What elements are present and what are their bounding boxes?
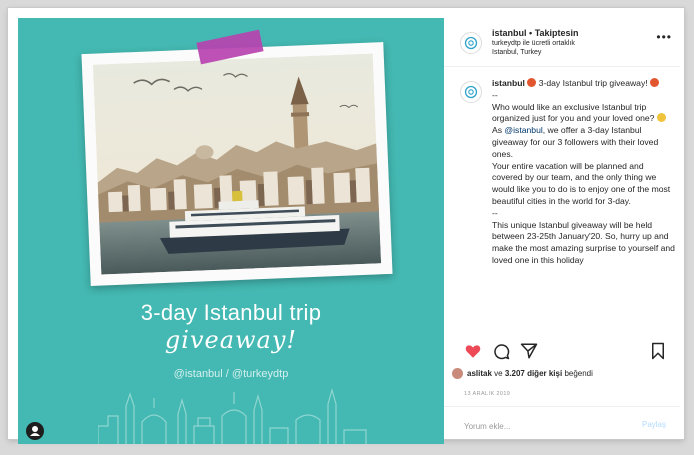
post-frame: 3-day Istanbul trip giveaway! @istanbul … — [8, 8, 684, 444]
caption-headline: 3-day Istanbul trip giveaway! — [538, 78, 648, 88]
header-separator: • — [529, 28, 533, 38]
account-handles: @istanbul / @turkeydtp — [173, 368, 289, 380]
giveaway-script: giveaway! — [164, 326, 298, 354]
turkey-flag-emoji-icon — [527, 78, 537, 87]
comment-bar: Paylaş — [444, 406, 680, 445]
istanbul-photo — [92, 53, 382, 275]
post-date: 13 ARALIK 2019 — [464, 391, 511, 397]
likes-suffix: beğendi — [564, 369, 593, 378]
post-caption: istanbul 3-day Istanbul trip giveaway! -… — [492, 78, 676, 267]
caption-paragraph-4: This unique Istanbul giveaway will be he… — [492, 219, 675, 265]
giveaway-title: 3-day Istanbul trip — [140, 300, 322, 325]
post-image[interactable]: 3-day Istanbul trip giveaway! @istanbul … — [18, 18, 444, 444]
caption-paragraph-2-prefix: As — [492, 125, 503, 136]
caption-paragraph-3: Your entire vacation will be planned and… — [492, 160, 671, 206]
istanbul-logo-icon — [464, 85, 478, 99]
post-comment-button[interactable]: Paylaş — [642, 420, 666, 429]
caption-area: istanbul 3-day Istanbul trip giveaway! -… — [444, 76, 680, 334]
photo-card — [81, 42, 393, 286]
avatar[interactable] — [460, 32, 482, 54]
comment-input[interactable] — [464, 419, 614, 433]
caption-username[interactable]: istanbul — [492, 78, 525, 88]
comment-icon[interactable] — [492, 342, 510, 360]
caption-separator: -- — [492, 207, 498, 218]
bookmark-icon[interactable] — [650, 342, 666, 360]
header-username[interactable]: istanbul — [492, 28, 527, 38]
istanbul-logo-icon — [464, 36, 478, 50]
skyline-illustration — [98, 387, 367, 444]
caption-paragraph-1: Who would like an exclusive Istanbul tri… — [492, 101, 655, 124]
liker-avatar[interactable] — [452, 368, 463, 379]
user-tag-icon[interactable] — [26, 422, 44, 440]
caption-separator: -- — [492, 89, 498, 100]
likes-count[interactable]: 3.207 diğer kişi — [505, 369, 562, 378]
header-user-line: istanbul • Takiptesin — [492, 28, 579, 38]
likes-joiner: ve — [494, 369, 503, 378]
heart-icon[interactable] — [464, 342, 482, 360]
post-header: istanbul • Takiptesin turkeydtp ile ücre… — [444, 18, 680, 67]
paid-partnership-label[interactable]: turkeydtp ile ücretli ortaklık — [492, 40, 575, 47]
likes-summary: aslitak ve 3.207 diğer kişi beğendi — [452, 368, 593, 379]
follow-status[interactable]: Takiptesin — [535, 28, 579, 38]
post-details-panel: istanbul • Takiptesin turkeydtp ile ücre… — [444, 18, 680, 444]
caption-mention[interactable]: @istanbul — [504, 125, 542, 135]
liker-username[interactable]: aslitak — [467, 369, 492, 378]
more-horizontal-icon[interactable]: ••• — [656, 30, 672, 44]
location-label[interactable]: Istanbul, Turkey — [492, 49, 541, 56]
smile-emoji-icon — [656, 113, 666, 123]
turkey-flag-emoji-icon — [650, 78, 660, 87]
share-icon[interactable] — [520, 342, 538, 360]
caption-avatar[interactable] — [460, 81, 482, 103]
post-actions — [444, 340, 680, 362]
